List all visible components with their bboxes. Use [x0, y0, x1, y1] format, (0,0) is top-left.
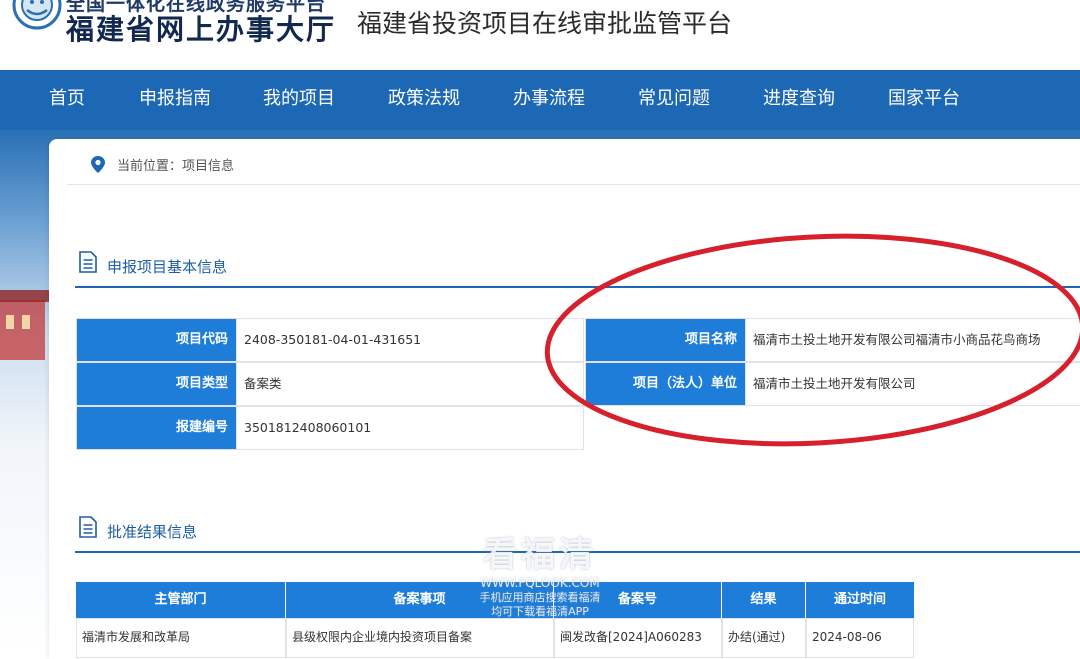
value-legal-entity: 福清市土投土地开发有限公司 — [745, 362, 1080, 406]
building-illustration-icon — [0, 290, 50, 360]
site-header: 全国一体化在线政务服务平台 福建省网上办事大厅 福建省投资项目在线审批监管平台 — [0, 0, 1080, 70]
document-icon — [79, 516, 97, 538]
value-project-name: 福清市土投土地开发有限公司福清市小商品花鸟商场 — [745, 318, 1080, 362]
label-legal-entity: 项目（法人）单位 — [585, 362, 746, 406]
column-header-filing-item: 备案事项 — [286, 582, 554, 618]
nav-item-process[interactable]: 办事流程 — [513, 70, 585, 130]
column-header-pass-date: 通过时间 — [806, 582, 914, 618]
section-title-basic-info: 申报项目基本信息 — [107, 258, 228, 276]
content-panel: 当前位置：项目信息 申报项目基本信息 项目代码 2408-350181-04-0… — [49, 139, 1080, 659]
table-cell-pass-date: 2024-08-06 — [806, 618, 914, 658]
column-header-department: 主管部门 — [76, 582, 286, 618]
brand-title: 福建省网上办事大厅 — [66, 13, 337, 46]
platform-title: 福建省投资项目在线审批监管平台 — [357, 9, 733, 38]
column-header-filing-number: 备案号 — [554, 582, 722, 618]
document-icon — [79, 251, 97, 273]
label-project-name: 项目名称 — [585, 318, 746, 362]
value-project-type: 备案类 — [236, 362, 584, 406]
column-header-result: 结果 — [722, 582, 806, 618]
breadcrumb: 当前位置：项目信息 — [67, 139, 1080, 185]
nav-item-guide[interactable]: 申报指南 — [139, 70, 211, 130]
nav-item-progress[interactable]: 进度查询 — [763, 70, 835, 130]
nav-item-faq[interactable]: 常见问题 — [638, 70, 710, 130]
label-construction-number: 报建编号 — [76, 406, 237, 450]
table-cell-filing-item: 县级权限内企业境内投资项目备案 — [286, 618, 554, 658]
basic-info-header: 申报项目基本信息 — [75, 246, 1080, 288]
section-title-approval: 批准结果信息 — [107, 523, 198, 541]
nav-item-national[interactable]: 国家平台 — [888, 70, 960, 130]
location-pin-icon — [91, 156, 105, 173]
value-construction-number: 3501812408060101 — [236, 406, 584, 450]
government-emblem-icon — [12, 0, 62, 30]
table-cell-result: 办结(通过) — [722, 618, 806, 658]
table-cell-department: 福清市发展和改革局 — [76, 618, 286, 658]
label-project-code: 项目代码 — [76, 318, 237, 362]
nav-item-my-projects[interactable]: 我的项目 — [263, 70, 335, 130]
nav-item-home[interactable]: 首页 — [49, 70, 85, 130]
approval-header: 批准结果信息 — [75, 511, 1080, 553]
value-project-code: 2408-350181-04-01-431651 — [236, 318, 584, 362]
main-nav: 首页 申报指南 我的项目 政策法规 办事流程 常见问题 进度查询 国家平台 — [0, 70, 1080, 130]
breadcrumb-text: 当前位置：项目信息 — [117, 159, 235, 174]
nav-item-policies[interactable]: 政策法规 — [388, 70, 460, 130]
label-project-type: 项目类型 — [76, 362, 237, 406]
table-cell-filing-number: 闽发改备[2024]A060283 — [554, 618, 722, 658]
